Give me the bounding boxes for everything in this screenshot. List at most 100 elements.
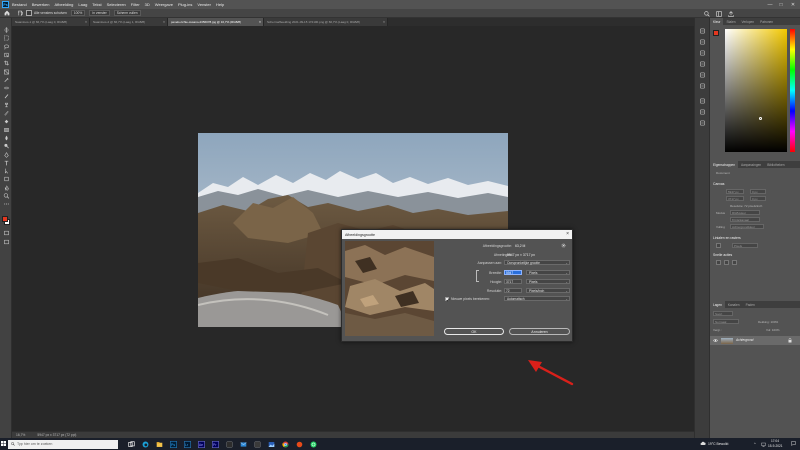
zoom-tool-icon[interactable] xyxy=(2,193,10,199)
tab-layers[interactable]: Lagen xyxy=(710,301,725,308)
canvas-y-field[interactable]: 0 px xyxy=(750,196,766,201)
premiere-icon[interactable]: Pr xyxy=(212,440,219,448)
tab-libraries[interactable]: Bibliotheken xyxy=(764,161,787,168)
fill-screen-button[interactable]: Scherm vullen xyxy=(113,10,141,16)
tab-gradients[interactable]: Verlopen xyxy=(739,18,758,25)
dialog-preview[interactable] xyxy=(345,241,434,336)
pen-tool-icon[interactable] xyxy=(2,151,10,158)
menu-image[interactable]: Afbeelding xyxy=(54,2,73,7)
eraser-tool-icon[interactable] xyxy=(2,118,10,124)
menu-layer[interactable]: Laag xyxy=(78,2,87,7)
chrome-icon[interactable] xyxy=(282,441,289,448)
close-tab-icon[interactable]: × xyxy=(163,20,165,24)
tab-channels[interactable]: Kanalen xyxy=(725,301,743,308)
resolution-unit-select[interactable]: Pixels/inch ⌄ xyxy=(526,288,570,293)
glyphs-icon[interactable] xyxy=(699,72,706,78)
close-tab-icon[interactable]: × xyxy=(259,20,261,24)
app-icon[interactable] xyxy=(254,440,261,448)
visibility-eye-icon[interactable] xyxy=(712,338,719,344)
clock-date[interactable]: 15-9-2021 xyxy=(768,444,783,448)
dialog-close-icon[interactable]: × xyxy=(566,231,569,237)
foreground-color-swatch[interactable] xyxy=(2,216,8,222)
search-icon[interactable] xyxy=(704,10,710,18)
windows-start-icon[interactable] xyxy=(1,441,6,447)
layer-opacity[interactable]: Dekking: 100% xyxy=(758,320,778,324)
quick-action-trim-icon[interactable] xyxy=(716,260,721,265)
lightroom-icon[interactable]: Lr xyxy=(184,440,191,448)
layer-filter-select[interactable]: Soort xyxy=(713,311,733,316)
healing-brush-icon[interactable] xyxy=(2,85,10,91)
tab-adjustments[interactable]: Aanpassingen xyxy=(738,161,764,168)
height-unit-select[interactable]: Pixels ⌄ xyxy=(526,279,570,284)
frame-tool-icon[interactable] xyxy=(2,69,10,75)
blur-tool-icon[interactable] xyxy=(2,135,10,141)
layer-row[interactable]: Achtergrond xyxy=(710,336,800,345)
tray-chevron-icon[interactable]: ^ xyxy=(754,442,756,446)
eyedropper-tool-icon[interactable] xyxy=(2,77,10,83)
hue-slider[interactable] xyxy=(790,29,795,152)
zoom-readout[interactable]: 16,7% xyxy=(16,433,25,437)
screen-mode-icon[interactable] xyxy=(2,239,10,245)
mode-select[interactable]: RGB-kleur xyxy=(730,210,760,215)
close-tab-icon[interactable]: × xyxy=(85,20,87,24)
menu-window[interactable]: Venster xyxy=(197,2,211,7)
weather-icon[interactable] xyxy=(700,441,706,447)
photos-icon[interactable] xyxy=(268,441,275,448)
tab-document-4[interactable]: Schermafbeelding 2021-09-15 172100.png @… xyxy=(264,18,388,26)
height-input[interactable]: 3717 xyxy=(504,279,522,284)
info-panel-icon[interactable] xyxy=(699,83,706,89)
rulers-toggle-icon[interactable] xyxy=(716,243,721,248)
minimize-button[interactable]: — xyxy=(765,0,775,9)
more-tools-icon[interactable] xyxy=(2,201,10,207)
dialog-titlebar[interactable]: Afbeeldingsgrootte × xyxy=(342,230,572,239)
workspace-icon[interactable] xyxy=(716,10,722,18)
object-select-tool-icon[interactable] xyxy=(2,52,10,58)
maximize-button[interactable]: □ xyxy=(776,0,786,9)
type-tool-icon[interactable] xyxy=(2,160,10,166)
zoom-100-button[interactable]: 100% xyxy=(70,10,86,16)
app-icon[interactable] xyxy=(226,440,233,448)
lasso-tool-icon[interactable] xyxy=(2,44,10,50)
crop-tool-icon[interactable] xyxy=(2,60,10,66)
color-panel-icon[interactable] xyxy=(699,109,706,115)
layer-comps-icon[interactable] xyxy=(699,120,706,126)
quick-action-rotate-icon[interactable] xyxy=(732,260,737,265)
dodge-tool-icon[interactable] xyxy=(2,143,10,149)
menu-help[interactable]: Help xyxy=(216,2,224,7)
marquee-tool-icon[interactable] xyxy=(2,35,10,41)
network-icon[interactable] xyxy=(761,442,766,448)
scroll-all-windows-checkbox[interactable] xyxy=(26,10,32,16)
history-brush-icon[interactable] xyxy=(2,110,10,116)
dialog-settings-gear-icon[interactable] xyxy=(561,243,566,249)
clock-time[interactable]: 17:04 xyxy=(771,439,779,443)
clone-stamp-icon[interactable] xyxy=(2,102,10,108)
tab-color[interactable]: Kleur xyxy=(710,18,724,25)
home-icon[interactable] xyxy=(0,10,14,16)
width-unit-select[interactable]: Pixels ⌄ xyxy=(526,270,570,275)
tab-properties[interactable]: Eigenschappen xyxy=(710,161,738,168)
color-picker-cursor[interactable] xyxy=(759,117,762,120)
path-select-tool-icon[interactable] xyxy=(2,168,10,174)
move-tool-icon[interactable] xyxy=(2,27,10,33)
tab-document-1[interactable]: Naamloos-1 @ 66,7% (Laag 0, RGB/8) × xyxy=(12,18,90,26)
weather-readout[interactable]: 19°C Bewolkt xyxy=(708,442,728,446)
canvas-section-title[interactable]: Canvas xyxy=(713,182,725,186)
paragraph-icon[interactable] xyxy=(699,61,706,67)
quick-action-crop-icon[interactable] xyxy=(724,260,729,265)
menu-edit[interactable]: Bewerken xyxy=(32,2,50,7)
notifications-icon[interactable] xyxy=(791,441,796,447)
color-picker-field[interactable] xyxy=(725,29,787,152)
width-input[interactable]: 5947 xyxy=(504,270,522,275)
app-icon[interactable] xyxy=(296,441,303,448)
after-effects-icon[interactable]: Ae xyxy=(198,440,205,448)
history-panel-icon[interactable] xyxy=(699,28,706,34)
canvas-height-field[interactable]: 3717 px xyxy=(726,196,744,201)
brush-tool-icon[interactable] xyxy=(2,93,10,99)
menu-select[interactable]: Selecteren xyxy=(107,2,126,7)
close-window-button[interactable]: ✕ xyxy=(788,0,798,9)
task-view-icon[interactable] xyxy=(128,440,135,448)
tab-document-2[interactable]: Naamloos-2 @ 66,7% (Laag 1, RGB/8) × xyxy=(90,18,168,26)
menu-view[interactable]: Weergave xyxy=(155,2,173,7)
edge-browser-icon[interactable] xyxy=(142,441,149,448)
fit-to-select[interactable]: Oorspronkelijke grootte ⌄ xyxy=(504,260,570,265)
